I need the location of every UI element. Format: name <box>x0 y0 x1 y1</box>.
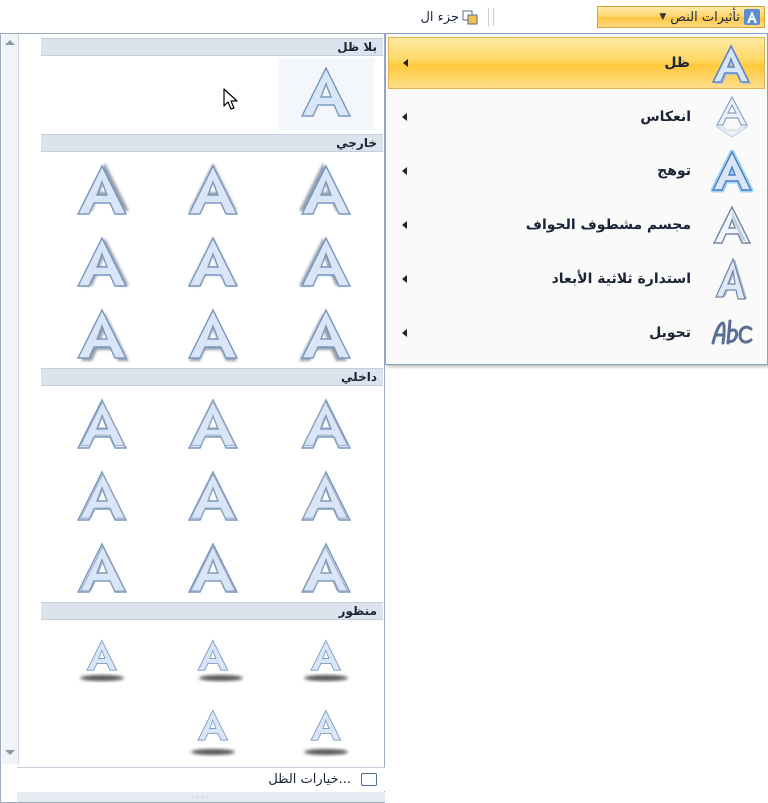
shadow-preset-outer-5[interactable] <box>165 232 261 296</box>
shadow-preset-inner-1[interactable] <box>278 394 374 458</box>
shadow-preset-inner-8[interactable] <box>165 538 261 602</box>
letter-a-preview-icon <box>197 639 243 681</box>
letter-a-preview-icon <box>191 709 235 755</box>
submenu-arrow-icon <box>403 59 408 67</box>
letter-a-preview-icon <box>299 236 352 287</box>
letter-a-preview-icon <box>300 398 352 449</box>
part-button-label: جزء ال <box>420 9 459 25</box>
letter-a-preview-icon <box>299 308 352 361</box>
text-effects-button[interactable]: ▼ تأثيرات النص <box>597 6 765 28</box>
ribbon-separator <box>488 8 489 26</box>
letter-a-preview-icon <box>300 470 352 521</box>
text-effects-icon <box>744 9 760 25</box>
shadow-preset-outer-6[interactable] <box>54 232 150 296</box>
bevel-a-icon <box>712 205 752 244</box>
shadow-preset-inner-5[interactable] <box>165 466 261 530</box>
menu-item-label: توهج <box>657 163 691 179</box>
submenu-arrow-icon <box>402 329 407 337</box>
section-header-outer: خارجي <box>41 134 383 152</box>
menu-item-3d-rotation[interactable]: استدارة ثلاثية الأبعاد <box>388 253 765 305</box>
submenu-arrow-icon <box>402 113 407 121</box>
shadow-preset-no-shadow[interactable] <box>278 58 374 130</box>
shadow-preset-inner-6[interactable] <box>54 466 150 530</box>
reflection-a-icon <box>715 95 749 138</box>
menu-item-label: انعكاس <box>640 109 691 125</box>
letter-a-preview-icon <box>299 163 352 215</box>
letter-a-preview-icon <box>76 308 129 361</box>
letter-a-preview-icon <box>187 236 239 287</box>
shadow-preset-outer-4[interactable] <box>278 232 374 296</box>
shadow-options-label: خيارات الظل... <box>268 772 351 787</box>
shadow-preset-outer-1[interactable] <box>278 160 374 224</box>
shadow-preset-persp-1[interactable] <box>278 628 374 692</box>
letter-a-preview-icon <box>187 470 239 521</box>
shadow-preset-inner-2[interactable] <box>165 394 261 458</box>
letter-a-preview-icon <box>300 66 352 117</box>
text-effects-menu: ظل انعكاس توهج مجسم مشطوف الحواف استدارة… <box>385 33 768 365</box>
letter-a-preview-icon <box>187 398 239 449</box>
scroll-down-button[interactable] <box>2 744 18 760</box>
letter-a-preview-icon <box>187 542 239 593</box>
part-button[interactable]: جزء ال <box>372 6 486 28</box>
letter-a-preview-icon <box>76 163 129 215</box>
menu-item-transform[interactable]: تحويل <box>388 307 765 359</box>
shadow-preset-persp-5[interactable] <box>165 698 261 762</box>
shadow-preset-outer-3[interactable] <box>54 160 150 224</box>
letter-a-preview-icon <box>304 639 348 681</box>
shadow-preset-inner-9[interactable] <box>54 538 150 602</box>
mouse-pointer-icon <box>223 88 238 110</box>
shadow-preset-inner-7[interactable] <box>278 538 374 602</box>
menu-item-label: تحويل <box>649 325 691 341</box>
menu-item-label: استدارة ثلاثية الأبعاد <box>551 271 691 287</box>
resize-grip[interactable]: ···· <box>17 792 385 802</box>
shadow-preset-persp-4[interactable] <box>278 698 374 762</box>
shadow-preset-inner-4[interactable] <box>278 466 374 530</box>
menu-item-glow[interactable]: توهج <box>388 145 765 197</box>
chevron-down-icon <box>5 749 15 755</box>
shadow-preset-outer-2[interactable] <box>165 160 261 224</box>
shadow-options-button[interactable]: خيارات الظل... <box>17 767 385 791</box>
gallery-scrollbar[interactable] <box>2 34 19 764</box>
letter-a-preview-icon <box>76 542 128 593</box>
shadow-preset-outer-7[interactable] <box>278 304 374 368</box>
shadow-gallery: بلا ظل خارجي داخلي منظور خيارات الظل... … <box>0 33 385 803</box>
submenu-arrow-icon <box>402 167 407 175</box>
letter-a-preview-icon <box>76 236 129 287</box>
letter-a-preview-icon <box>187 163 239 215</box>
shadow-preset-outer-8[interactable] <box>165 304 261 368</box>
menu-item-bevel[interactable]: مجسم مشطوف الحواف <box>388 199 765 251</box>
chevron-down-icon: ▼ <box>659 12 667 22</box>
text-effects-label: تأثيرات النص <box>670 9 740 25</box>
menu-item-label: ظل <box>664 55 690 71</box>
letter-a-preview-icon <box>187 308 239 361</box>
chevron-up-icon <box>5 39 15 45</box>
submenu-arrow-icon <box>402 221 407 229</box>
letter-a-preview-icon <box>304 709 348 755</box>
transform-abc-icon <box>711 319 753 345</box>
shadow-a-icon <box>711 44 751 84</box>
shadow-preset-outer-9[interactable] <box>54 304 150 368</box>
letter-a-preview-icon <box>76 470 128 521</box>
shadow-preset-persp-2[interactable] <box>165 628 261 692</box>
shadow-preset-persp-3[interactable] <box>54 628 150 692</box>
part-icon <box>462 10 478 25</box>
submenu-arrow-icon <box>402 275 407 283</box>
letter-a-preview-icon <box>300 542 352 593</box>
3d-rotation-a-icon <box>715 257 747 300</box>
menu-item-label: مجسم مشطوف الحواف <box>525 217 691 233</box>
section-header-perspective: منظور <box>41 602 383 620</box>
options-icon <box>361 773 377 786</box>
menu-item-reflection[interactable]: انعكاس <box>388 91 765 143</box>
section-header-inner: داخلي <box>41 368 383 386</box>
menu-item-shadow[interactable]: ظل <box>388 37 765 89</box>
shadow-preset-inner-3[interactable] <box>54 394 150 458</box>
scroll-up-button[interactable] <box>2 34 18 50</box>
ribbon-separator <box>493 8 494 26</box>
letter-a-preview-icon <box>80 639 124 681</box>
letter-a-preview-icon <box>76 398 128 449</box>
section-header-no-shadow: بلا ظل <box>41 38 383 56</box>
glow-a-icon <box>710 149 754 193</box>
